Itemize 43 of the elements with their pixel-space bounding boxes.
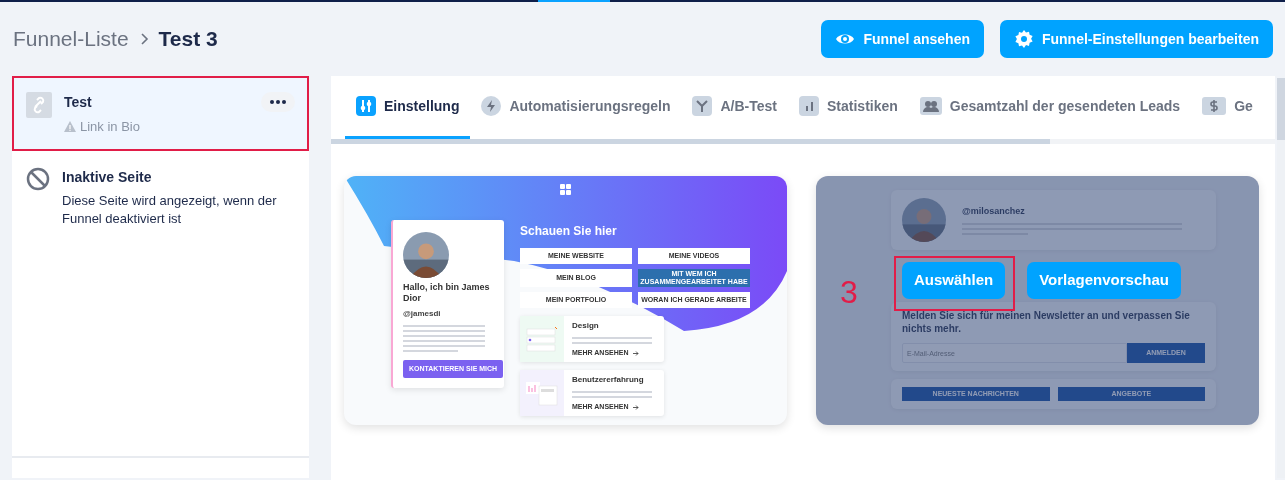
header-button[interactable]: Funnel ansehen xyxy=(821,20,984,58)
breadcrumb-current: Test 3 xyxy=(158,26,218,53)
page-description: Diese Seite wird angezeigt, wenn der Funnel deaktiviert ist xyxy=(62,191,278,228)
tab[interactable]: Ge xyxy=(1191,76,1264,139)
bar-chart-icon xyxy=(799,96,819,116)
tab[interactable]: Statistiken xyxy=(788,76,909,139)
links-heading: Schauen Sie hier xyxy=(520,223,618,240)
select-button[interactable]: Auswählen xyxy=(902,262,1006,299)
page-title: Test xyxy=(64,93,93,112)
link-icon xyxy=(26,92,52,118)
annotation-number: 3 xyxy=(840,276,858,308)
dollar-icon xyxy=(1202,97,1227,115)
mini-ui-drawing xyxy=(525,380,559,407)
page-item[interactable]: Test Link in Bio xyxy=(12,76,309,151)
tab[interactable]: Automatisierungsregeln xyxy=(470,76,682,139)
split-icon xyxy=(692,96,713,116)
arrow-right-icon xyxy=(632,350,639,356)
lightning-icon xyxy=(481,96,502,116)
profile-name: Hallo, ich bin James Dior xyxy=(403,282,491,305)
service-title: Benutzererfahrung xyxy=(572,374,645,387)
newsletter-heading: Melden Sie sich für meinen Newsletter an und verpassen Sie nichts mehr. xyxy=(902,310,1191,335)
arrow-right-icon xyxy=(632,404,639,410)
more-button[interactable] xyxy=(261,92,295,112)
page-subtitle: Link in Bio xyxy=(80,118,140,136)
more-icon xyxy=(270,100,286,104)
profile-handle: @jamesdi xyxy=(403,307,442,320)
grid-icon xyxy=(560,184,571,195)
preview-button[interactable]: Vorlagenvorschau xyxy=(1027,262,1181,299)
tab[interactable]: A/B-Test xyxy=(681,76,788,139)
page-title: Inaktive Seite xyxy=(62,167,153,187)
blocked-icon xyxy=(26,166,50,191)
warning-icon xyxy=(64,121,76,133)
page-item[interactable]: Inaktive Seite Diese Seite wird angezeigt, wenn der Funnel deaktiviert ist xyxy=(12,150,309,242)
breadcrumb-link[interactable]: Funnel-Liste xyxy=(13,23,129,55)
tab[interactable]: Gesamtzahl der gesendeten Leads xyxy=(908,76,1192,139)
people-icon xyxy=(919,97,942,115)
sliders-icon xyxy=(356,96,376,116)
tab-scrollbar[interactable] xyxy=(331,139,1275,144)
gear-icon xyxy=(1013,29,1034,49)
profile-handle: @milosanchez xyxy=(962,204,1026,218)
header-button[interactable]: Funnel-Einstellungen bearbeiten xyxy=(999,20,1273,58)
service-title: Design xyxy=(572,320,600,333)
mini-ui-drawing xyxy=(525,326,559,353)
